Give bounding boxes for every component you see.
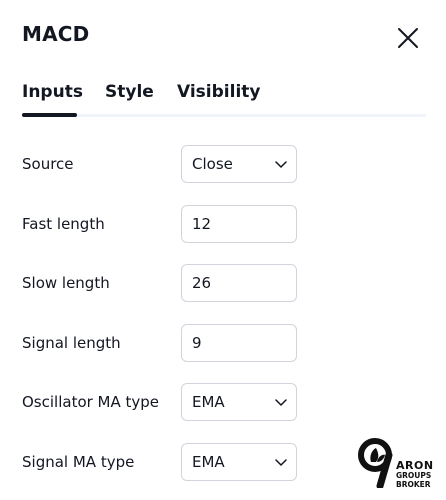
source-label: Source bbox=[22, 155, 74, 173]
oscillator-ma-type-label: Oscillator MA type bbox=[22, 393, 160, 411]
signal-ma-type-value: EMA bbox=[192, 453, 225, 471]
tab-bar: Inputs Style Visibility bbox=[22, 82, 426, 118]
tab-visibility[interactable]: Visibility bbox=[177, 82, 261, 102]
slow-length-input[interactable]: 26 bbox=[181, 264, 297, 302]
logo-text-aron: ARON bbox=[396, 459, 434, 472]
tab-track bbox=[22, 114, 426, 117]
source-select[interactable]: Close bbox=[181, 145, 297, 183]
signal-ma-type-select[interactable]: EMA bbox=[181, 443, 297, 481]
dialog-title: MACD bbox=[22, 22, 90, 46]
source-value: Close bbox=[192, 155, 233, 173]
oscillator-ma-type-value: EMA bbox=[192, 393, 225, 411]
oscillator-ma-type-select[interactable]: EMA bbox=[181, 383, 297, 421]
fast-length-value: 12 bbox=[192, 215, 212, 233]
active-tab-indicator bbox=[22, 113, 77, 117]
fast-length-input[interactable]: 12 bbox=[181, 205, 297, 243]
signal-length-input[interactable]: 9 bbox=[181, 324, 297, 362]
slow-length-label: Slow length bbox=[22, 274, 110, 292]
signal-ma-type-label: Signal MA type bbox=[22, 453, 135, 471]
tab-style[interactable]: Style bbox=[105, 82, 154, 102]
slow-length-value: 26 bbox=[192, 274, 212, 292]
chevron-down-icon bbox=[275, 399, 287, 406]
fast-length-label: Fast length bbox=[22, 215, 105, 233]
close-icon[interactable] bbox=[395, 25, 421, 51]
aron-groups-logo-icon bbox=[358, 438, 393, 488]
logo-text-broker: BROKER bbox=[396, 480, 431, 489]
signal-length-value: 9 bbox=[192, 334, 202, 352]
logo-text-groups: GROUPS bbox=[396, 471, 432, 480]
tab-inputs[interactable]: Inputs bbox=[22, 82, 83, 102]
chevron-down-icon bbox=[275, 161, 287, 168]
chevron-down-icon bbox=[275, 459, 287, 466]
signal-length-label: Signal length bbox=[22, 334, 121, 352]
